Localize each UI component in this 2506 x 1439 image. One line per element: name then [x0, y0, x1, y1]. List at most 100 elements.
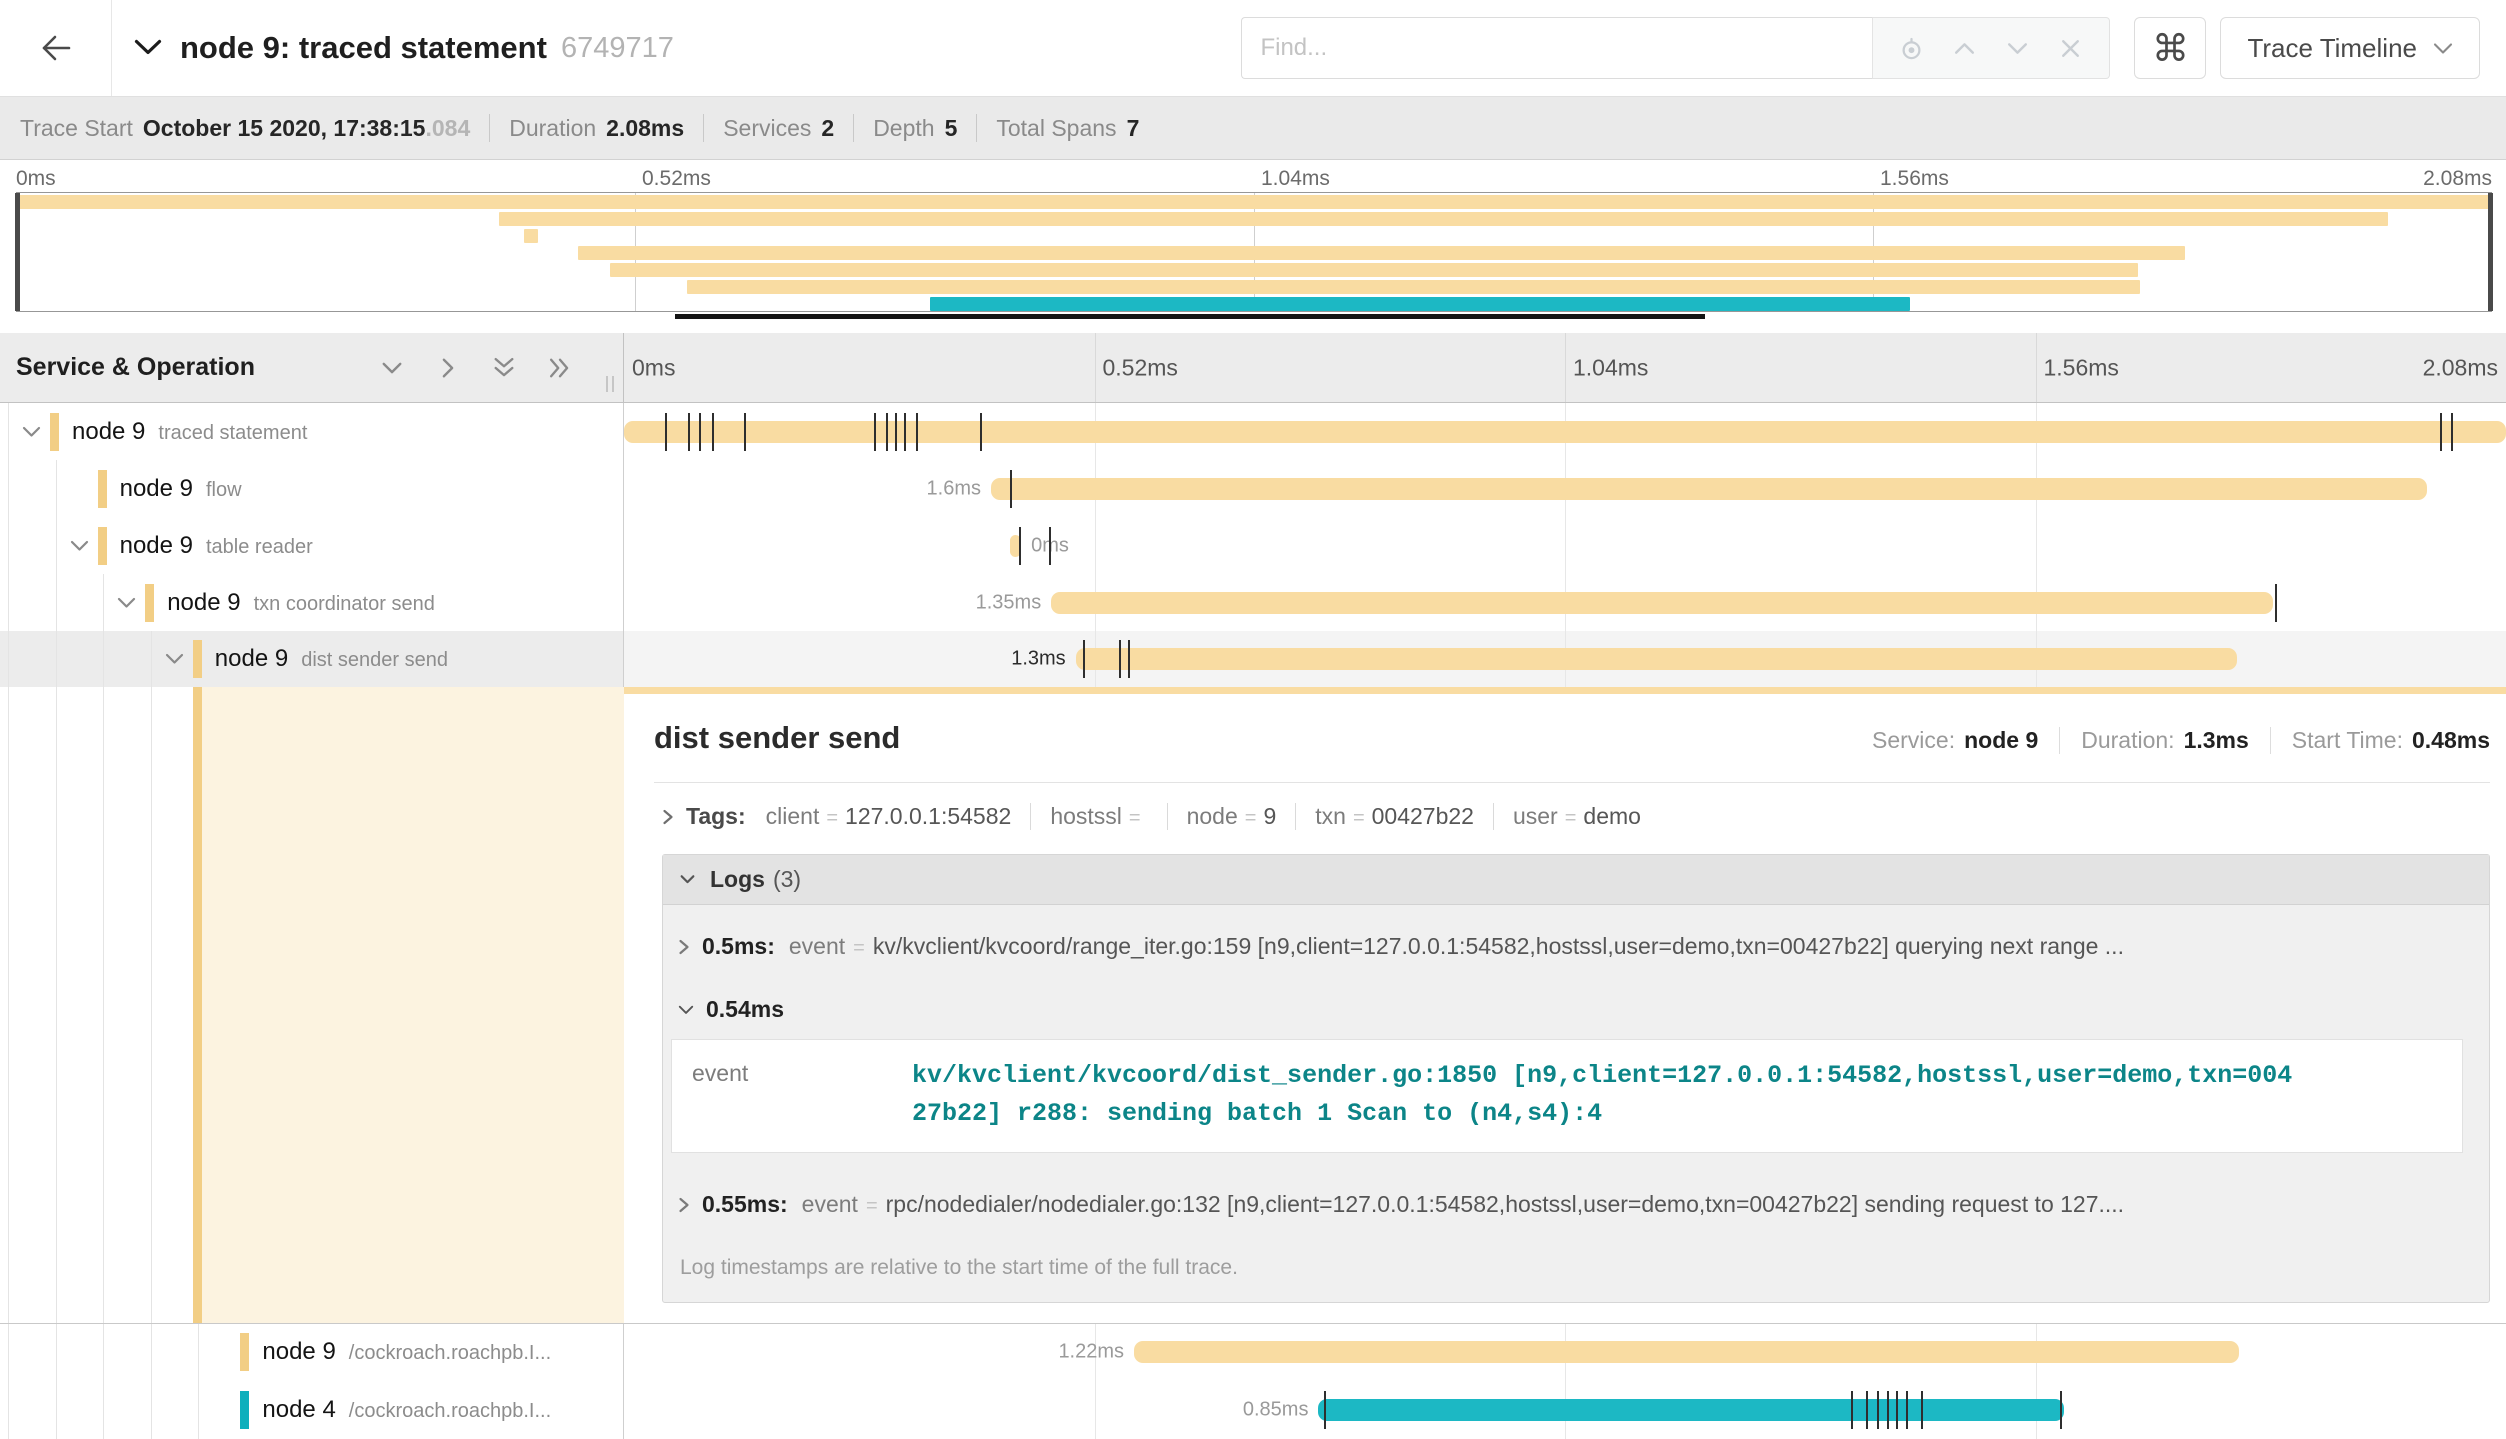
- span-color-block: [98, 527, 107, 565]
- expand-chevron-icon[interactable]: [165, 653, 184, 665]
- span-duration-bar[interactable]: [1318, 1399, 2063, 1421]
- log-entry-expanded-header[interactable]: 0.54ms: [663, 972, 2489, 1023]
- collapse-trace-chevron-icon[interactable]: [134, 39, 162, 57]
- expand-one-icon[interactable]: [435, 355, 461, 381]
- prev-match-icon[interactable]: [1951, 35, 1978, 62]
- tag-key: node: [1187, 803, 1238, 830]
- indent-guide: [56, 631, 57, 687]
- span-color-strip: [624, 687, 2506, 694]
- expand-all-icon[interactable]: [547, 355, 573, 381]
- indent-guide: [8, 1324, 9, 1380]
- expand-chevron-icon[interactable]: [22, 426, 41, 438]
- logs-header[interactable]: Logs (3): [663, 855, 2489, 905]
- equals-sign: =: [1245, 807, 1257, 830]
- meta-label: Start Time:: [2292, 727, 2403, 754]
- span-color-block: [240, 1333, 249, 1371]
- span-duration-bar[interactable]: [1051, 592, 2272, 614]
- span-name: node 9/cockroach.roachpb.I...: [262, 1338, 551, 1366]
- log-marker-tick: [2440, 413, 2442, 451]
- span-duration-bar[interactable]: [991, 478, 2427, 500]
- summary-label: Total Spans: [996, 115, 1116, 142]
- span-tree-cell[interactable]: node 9dist sender send: [0, 631, 624, 687]
- log-marker-tick: [699, 413, 701, 451]
- log-entry-collapsed[interactable]: 0.5ms:event=kv/kvclient/kvcoord/range_it…: [663, 905, 2489, 972]
- equals-sign: =: [1353, 807, 1365, 830]
- minimap-left-handle[interactable]: [15, 193, 20, 311]
- expand-chevron-icon[interactable]: [117, 597, 136, 609]
- summary-label: Services: [723, 115, 811, 142]
- span-timeline-cell[interactable]: 1.35ms: [624, 574, 2506, 631]
- service-name: node 9: [167, 589, 240, 617]
- span-row[interactable]: node 9 txn coordinator send 1.35ms: [0, 574, 2506, 631]
- summary-separator: [976, 114, 977, 142]
- column-resizer-handle[interactable]: [606, 376, 614, 392]
- span-tags-row[interactable]: Tags:client=127.0.0.1:54582hostssl=node=…: [654, 803, 2490, 830]
- minimap-tick-label: 2.08ms: [2423, 167, 2492, 191]
- span-tree-cell[interactable]: node 9traced statement: [0, 403, 624, 460]
- span-timeline-cell[interactable]: 1.6ms: [624, 460, 2506, 517]
- chevron-down-icon: [679, 871, 696, 888]
- span-row[interactable]: node 4/cockroach.roachpb.I...0.85ms: [0, 1380, 2506, 1439]
- span-duration-bar[interactable]: [1076, 648, 2237, 670]
- span-tree-cell[interactable]: node 9table reader: [0, 517, 624, 574]
- span-timeline-cell[interactable]: 1.3ms: [624, 631, 2506, 687]
- span-row[interactable]: node 9/cockroach.roachpb.I... 1.22ms: [0, 1324, 2506, 1380]
- minimap-right-handle[interactable]: [2488, 193, 2493, 311]
- timeline-ruler: 0ms0.52ms1.04ms1.56ms2.08ms: [624, 333, 2506, 402]
- log-field-value: kv/kvclient/kvcoord/range_iter.go:159 [n…: [873, 933, 2469, 960]
- span-duration-label: 1.35ms: [976, 591, 1042, 614]
- summary-value: 2.08ms: [606, 115, 684, 142]
- minimap-span-bar: [687, 280, 2140, 294]
- minimap-scrubber[interactable]: [675, 314, 1705, 319]
- collapse-one-icon[interactable]: [379, 355, 405, 381]
- focus-match-icon[interactable]: [1898, 35, 1925, 62]
- indent-guide: [198, 1380, 199, 1439]
- span-row[interactable]: node 9table reader0ms: [0, 517, 2506, 574]
- indent-guide: [8, 1380, 9, 1439]
- meta-separator: [2059, 727, 2060, 754]
- indent-guide: [103, 687, 104, 1323]
- chevron-right-icon: [678, 1197, 690, 1213]
- log-marker-tick: [886, 413, 888, 451]
- summary-value: 5: [945, 115, 958, 142]
- span-tree-cell[interactable]: node 9/cockroach.roachpb.I...: [0, 1324, 624, 1380]
- log-marker-tick: [980, 413, 982, 451]
- logs-section: Logs (3) 0.5ms:event=kv/kvclient/kvcoord…: [662, 854, 2490, 1303]
- indent-guide: [8, 517, 9, 574]
- span-row[interactable]: node 9traced statement: [0, 403, 2506, 460]
- span-row[interactable]: node 9dist sender send1.3ms: [0, 631, 2506, 687]
- span-duration-bar[interactable]: [1134, 1341, 2239, 1363]
- service-name: node 9: [262, 1338, 335, 1366]
- equals-sign: =: [1129, 807, 1141, 830]
- clear-search-icon[interactable]: [2057, 35, 2084, 62]
- minimap-viewport[interactable]: [16, 192, 2492, 312]
- next-match-icon[interactable]: [2004, 35, 2031, 62]
- tag-key: hostssl: [1050, 803, 1122, 830]
- span-name: node 9traced statement: [72, 418, 307, 446]
- span-timeline-cell[interactable]: 1.22ms: [624, 1324, 2506, 1380]
- span-timeline-cell[interactable]: 0ms: [624, 517, 2506, 574]
- tag-separator: [1295, 803, 1296, 830]
- span-detail-panel: dist sender send Service:node 9Duration:…: [624, 687, 2506, 1323]
- tag-item: node = 9: [1187, 803, 1277, 830]
- operation-name: txn coordinator send: [254, 593, 435, 616]
- timeline-gridline: [1095, 517, 1096, 574]
- span-tree-cell[interactable]: node 9flow: [0, 460, 624, 517]
- span-timeline-cell[interactable]: 0.85ms: [624, 1380, 2506, 1439]
- span-tree-cell[interactable]: node 4/cockroach.roachpb.I...: [0, 1380, 624, 1439]
- expand-chevron-icon[interactable]: [70, 540, 89, 552]
- divider: [654, 782, 2490, 783]
- operation-name: flow: [206, 479, 242, 502]
- collapse-all-icon[interactable]: [491, 355, 517, 381]
- keyboard-shortcuts-button[interactable]: ⌘: [2134, 17, 2206, 79]
- span-tree-cell[interactable]: node 9 txn coordinator send: [0, 574, 624, 631]
- log-marker-tick: [1019, 527, 1021, 565]
- span-timeline-cell[interactable]: [624, 403, 2506, 460]
- span-row[interactable]: node 9flow1.6ms: [0, 460, 2506, 517]
- view-selector-button[interactable]: Trace Timeline: [2220, 17, 2480, 79]
- minimap-span-bar: [610, 263, 2138, 277]
- tag-value: 9: [1263, 803, 1276, 830]
- log-entry-collapsed[interactable]: 0.55ms:event=rpc/nodedialer/nodedialer.g…: [663, 1163, 2489, 1230]
- back-button[interactable]: [0, 0, 112, 96]
- find-input[interactable]: [1241, 17, 1873, 79]
